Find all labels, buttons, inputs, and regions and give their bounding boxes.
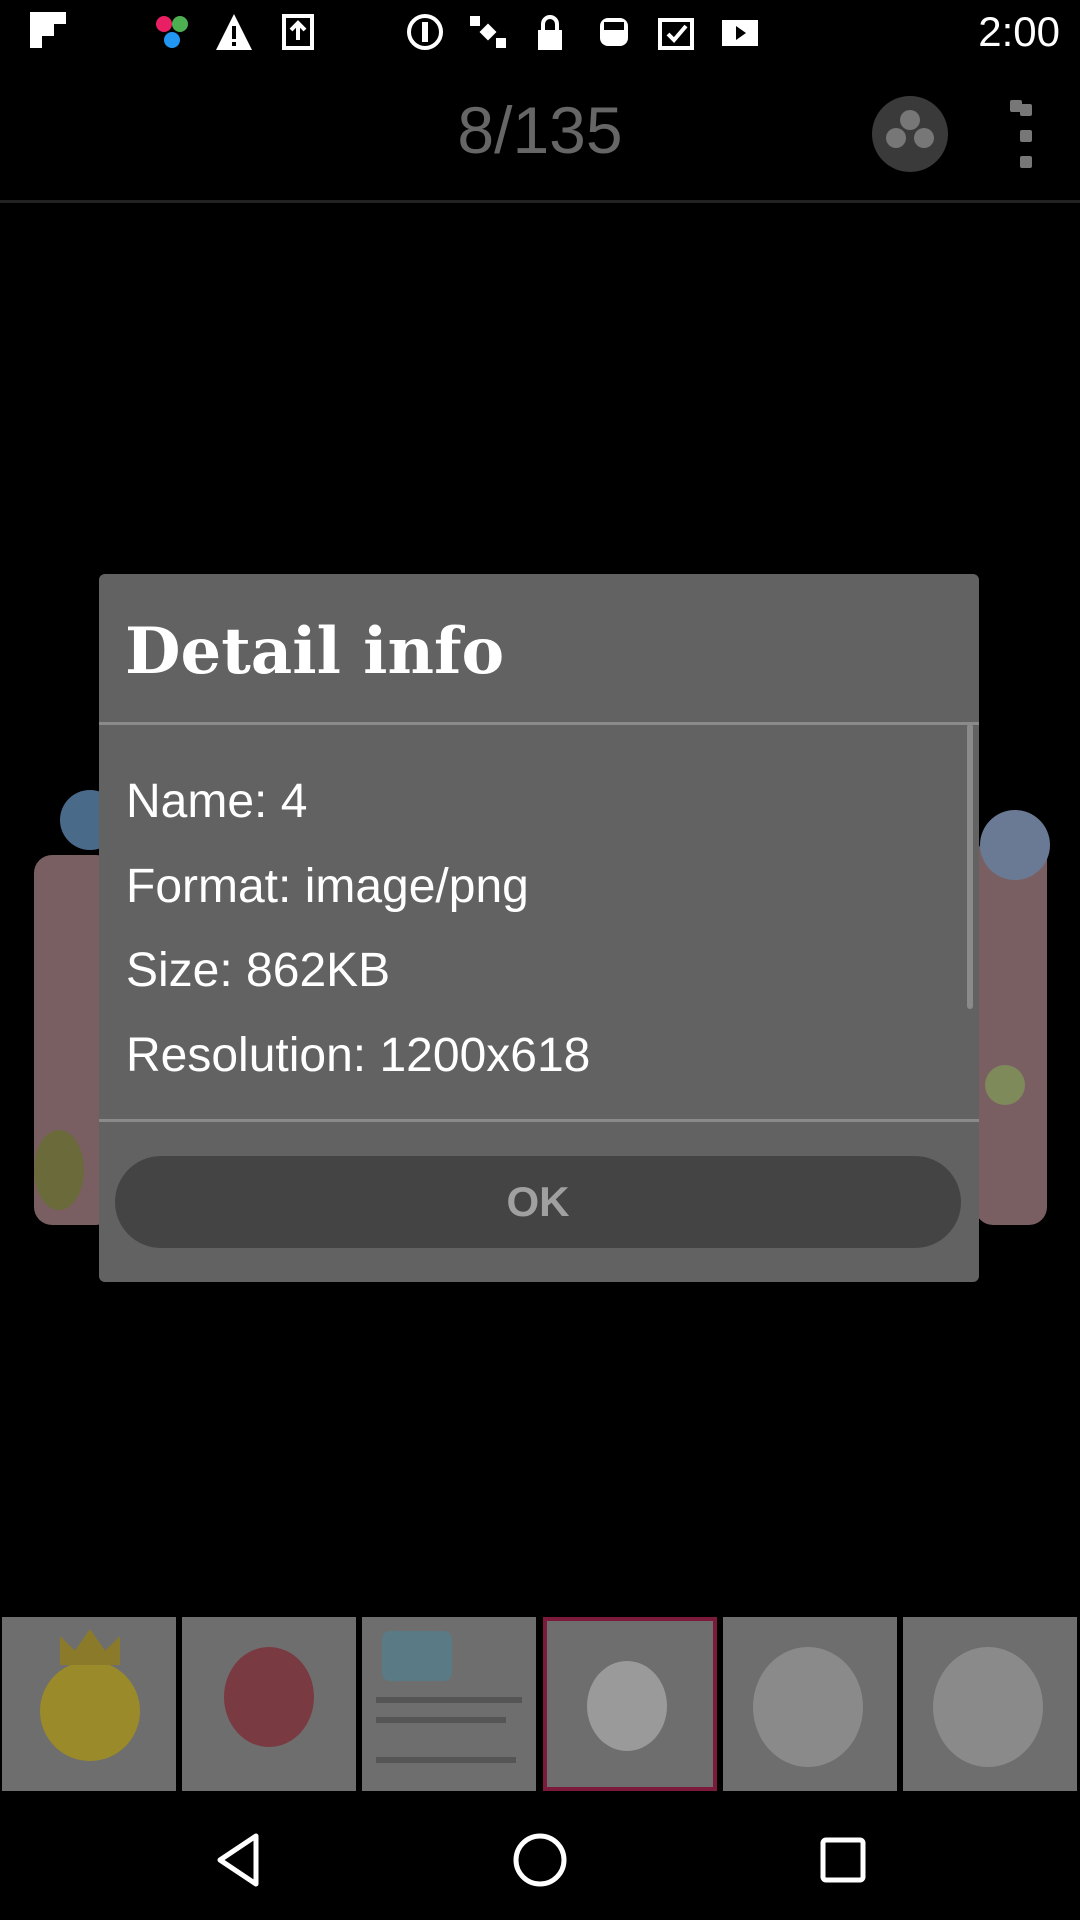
baby-illustration	[933, 1647, 1043, 1767]
warning-icon	[214, 12, 254, 52]
home-circle-icon	[513, 1833, 567, 1887]
back-button[interactable]	[200, 1820, 280, 1900]
recents-button[interactable]	[803, 1820, 883, 1900]
detail-info-dialog: Detail info Name: 4 Format: image/png Si…	[99, 574, 979, 1282]
more-options-button[interactable]	[1000, 100, 1032, 172]
more-vert-icon	[1010, 100, 1032, 168]
poster-text-line	[376, 1757, 516, 1763]
satellite-icon	[468, 12, 508, 52]
flipboard-icon	[28, 12, 68, 52]
lock-icon	[530, 12, 570, 52]
inbox-icon	[656, 12, 696, 52]
background-flower	[985, 1065, 1025, 1105]
status-bar: 2:00	[0, 0, 1080, 64]
baby-illustration	[753, 1647, 863, 1767]
dialog-title: Detail info	[125, 614, 505, 689]
poster-text-line	[376, 1717, 506, 1723]
ok-button[interactable]: OK	[115, 1156, 961, 1248]
thumbnail-baby-bath-poster[interactable]	[362, 1617, 536, 1791]
recents-square-icon	[820, 1837, 866, 1883]
background-image-right	[975, 840, 1047, 1225]
share-button[interactable]	[872, 96, 948, 172]
gamepad-icon	[594, 12, 634, 52]
bathtub-graphic	[382, 1631, 452, 1681]
content-divider	[99, 1119, 979, 1122]
info-size: Size: 862KB	[126, 944, 391, 997]
info-format: Format: image/png	[126, 860, 529, 913]
thumbnail-baby-massage-1[interactable]	[543, 1617, 717, 1791]
info-resolution: Resolution: 1200x618	[126, 1029, 591, 1082]
content-scrollbar[interactable]	[967, 724, 973, 1009]
baby-illustration	[587, 1661, 667, 1751]
crown-icon	[60, 1629, 120, 1665]
thumbnail-baby-massage-3[interactable]	[903, 1617, 1077, 1791]
upload-icon	[278, 12, 318, 52]
thumbnail-strip	[0, 1617, 1080, 1791]
colorful-app-icon	[152, 12, 192, 52]
home-button[interactable]	[500, 1820, 580, 1900]
info-name: Name: 4	[126, 775, 308, 828]
app-bar: 8/135	[0, 70, 1080, 203]
thumbnail-crowned-smiley[interactable]	[2, 1617, 176, 1791]
video-icon	[720, 12, 760, 52]
back-triangle-icon	[217, 1833, 259, 1887]
navigation-bar	[0, 1800, 1080, 1920]
title-divider	[99, 722, 979, 725]
background-flower	[34, 1130, 84, 1210]
clock: 2:00	[978, 8, 1060, 55]
blocked-icon	[405, 12, 445, 52]
poster-text-line	[376, 1697, 522, 1703]
smiley-face	[40, 1661, 140, 1761]
rose-flower	[224, 1647, 314, 1747]
thumbnail-baby-massage-2[interactable]	[723, 1617, 897, 1791]
thumbnail-red-rose[interactable]	[182, 1617, 356, 1791]
background-flower	[980, 810, 1050, 880]
